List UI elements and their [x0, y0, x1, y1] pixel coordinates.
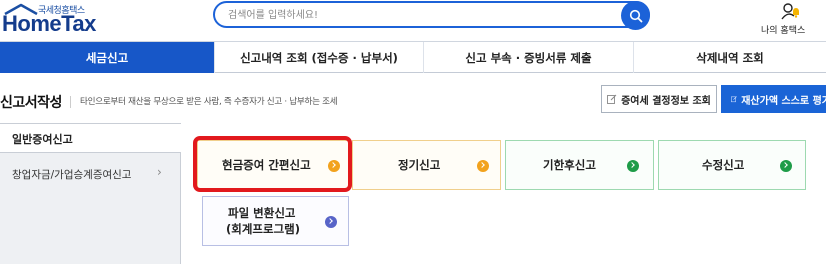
left-menu-item-general-gift[interactable]: 일반증여신고	[0, 123, 181, 153]
card-label: 수정신고	[702, 158, 745, 172]
card-label-line1: 파일 변환신고	[228, 206, 296, 220]
self-evaluate-property-label: 재산가액 스스로 평가	[741, 95, 826, 107]
card-late-filing[interactable]: 기한후신고	[505, 140, 654, 190]
search-bar	[213, 1, 650, 30]
nav-tab-deleted-history[interactable]: 삭제내역 조회	[634, 42, 826, 73]
chevron-right-icon	[477, 160, 489, 172]
hometax-logo[interactable]: 국세청홈택스 HomeTax	[2, 1, 112, 39]
hometax-page: 국세청홈택스 HomeTax 나의 홈택스 세금신고 신고내역	[0, 0, 826, 264]
card-cash-gift-simple[interactable]: 현금증여 간편신고	[197, 140, 349, 190]
left-menu-item-label: 일반증여신고	[12, 133, 73, 146]
chevron-right-icon	[780, 160, 792, 172]
logo-text: HomeTax	[2, 11, 96, 36]
card-label: 현금증여 간편신고	[222, 158, 311, 172]
gift-tax-decision-label: 증여세 결정정보 조회	[621, 95, 711, 107]
self-evaluate-property-button[interactable]: 재산가액 스스로 평가	[721, 85, 826, 113]
card-amended-filing[interactable]: 수정신고	[658, 140, 806, 190]
chevron-right-icon	[328, 160, 340, 172]
left-menu-item-startup-succession[interactable]: 창업자금/가업승계증여신고 ›	[0, 153, 180, 197]
chevron-right-icon	[627, 160, 639, 172]
gift-tax-decision-button[interactable]: 증여세 결정정보 조회	[601, 85, 717, 113]
nav-tab-tax-filing[interactable]: 세금신고	[0, 42, 215, 73]
chevron-right-icon: ›	[157, 165, 162, 179]
page-title: 신고서작성	[0, 95, 62, 111]
title-divider	[70, 96, 71, 108]
edit-icon	[607, 94, 617, 104]
card-label: 정기신고	[398, 158, 441, 172]
user-bell-icon	[781, 3, 799, 20]
search-icon	[629, 9, 642, 22]
search-input[interactable]	[228, 7, 608, 24]
header: 국세청홈택스 HomeTax 나의 홈택스	[0, 0, 826, 41]
nav-tab-submit-documents[interactable]: 신고 부속 · 증빙서류 제출	[424, 42, 634, 73]
left-menu-rest: 창업자금/가업승계증여신고 ›	[0, 153, 180, 264]
page-description: 타인으로부터 재산을 무상으로 받은 사람, 즉 수증자가 신고 · 납부하는 …	[80, 97, 338, 107]
chevron-right-icon	[325, 216, 337, 228]
card-label: 기한후신고	[543, 158, 596, 172]
card-file-conversion[interactable]: 파일 변환신고 (회계프로그램)	[202, 196, 349, 246]
edit-icon	[731, 96, 737, 103]
search-button[interactable]	[621, 1, 650, 30]
title-row: 신고서작성 타인으로부터 재산을 무상으로 받은 사람, 즉 수증자가 신고 ·…	[0, 85, 826, 115]
main-nav: 세금신고 신고내역 조회 (접수증 · 납부서) 신고 부속 · 증빙서류 제출…	[0, 41, 826, 73]
left-menu: 일반증여신고 창업자금/가업승계증여신고 ›	[0, 123, 181, 264]
my-hometax-link[interactable]: 나의 홈택스	[756, 0, 826, 40]
card-label-line2: (회계프로그램)	[226, 222, 300, 236]
my-hometax-label: 나의 홈택스	[761, 26, 806, 36]
left-menu-item-label: 창업자금/가업승계증여신고	[12, 169, 132, 181]
card-regular-filing[interactable]: 정기신고	[352, 140, 501, 190]
nav-tab-filing-history[interactable]: 신고내역 조회 (접수증 · 납부서)	[215, 42, 424, 73]
